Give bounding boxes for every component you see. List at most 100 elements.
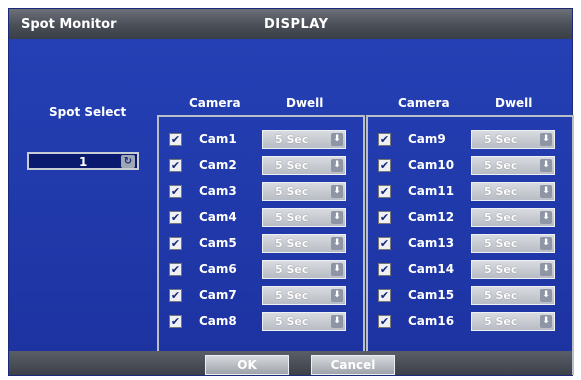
dwell-value: 5 Sec — [275, 133, 309, 146]
camera-checkbox[interactable]: ✔ — [169, 211, 182, 224]
dwell-select[interactable]: 5 Sec ⬇ — [262, 208, 346, 227]
camera-name: Cam10 — [408, 158, 455, 172]
spot-select-label: Spot Select — [49, 105, 127, 119]
dwell-select[interactable]: 5 Sec ⬇ — [471, 130, 555, 149]
dwell-select[interactable]: 5 Sec ⬇ — [262, 130, 346, 149]
refresh-icon[interactable]: ↻ — [121, 155, 135, 168]
camera-row: ✔ Cam16 5 Sec ⬇ — [368, 311, 572, 333]
camera-row: ✔ Cam9 5 Sec ⬇ — [368, 129, 572, 151]
bottom-bar — [9, 351, 572, 375]
camera-checkbox[interactable]: ✔ — [378, 289, 391, 302]
camera-checkbox[interactable]: ✔ — [169, 159, 182, 172]
dropdown-icon: ⬇ — [331, 185, 343, 198]
dwell-value: 5 Sec — [484, 185, 518, 198]
camera-checkbox[interactable]: ✔ — [169, 133, 182, 146]
camera-name: Cam8 — [199, 314, 237, 328]
camera-checkbox[interactable]: ✔ — [169, 263, 182, 276]
window-title: Spot Monitor — [21, 17, 117, 32]
dropdown-icon: ⬇ — [331, 133, 343, 146]
camera-row: ✔ Cam7 5 Sec ⬇ — [159, 285, 363, 307]
ok-button[interactable]: OK — [205, 355, 289, 375]
camera-checkbox[interactable]: ✔ — [169, 237, 182, 250]
camera-group-left: ✔ Cam1 5 Sec ⬇ ✔ Cam2 5 Sec ⬇ ✔ Cam3 5 Sec… — [157, 115, 365, 375]
dwell-select[interactable]: 5 Sec ⬇ — [262, 286, 346, 305]
dwell-value: 5 Sec — [275, 263, 309, 276]
camera-checkbox[interactable]: ✔ — [378, 185, 391, 198]
spot-monitor-window: Spot Monitor DISPLAY Spot Select 1 ↻ Cam… — [8, 8, 574, 376]
camera-checkbox[interactable]: ✔ — [378, 315, 391, 328]
camera-row: ✔ Cam14 5 Sec ⬇ — [368, 259, 572, 281]
camera-name: Cam4 — [199, 210, 237, 224]
camera-row: ✔ Cam15 5 Sec ⬇ — [368, 285, 572, 307]
dropdown-icon: ⬇ — [540, 185, 552, 198]
dwell-value: 5 Sec — [275, 211, 309, 224]
dropdown-icon: ⬇ — [331, 289, 343, 302]
dwell-value: 5 Sec — [484, 263, 518, 276]
dwell-value: 5 Sec — [275, 159, 309, 172]
camera-row: ✔ Cam13 5 Sec ⬇ — [368, 233, 572, 255]
dropdown-icon: ⬇ — [540, 133, 552, 146]
dwell-value: 5 Sec — [275, 315, 309, 328]
camera-checkbox[interactable]: ✔ — [169, 185, 182, 198]
dwell-select[interactable]: 5 Sec ⬇ — [471, 234, 555, 253]
dwell-value: 5 Sec — [275, 237, 309, 250]
cancel-button[interactable]: Cancel — [311, 355, 395, 375]
dwell-select[interactable]: 5 Sec ⬇ — [262, 312, 346, 331]
dwell-select[interactable]: 5 Sec ⬇ — [471, 208, 555, 227]
dropdown-icon: ⬇ — [540, 289, 552, 302]
camera-name: Cam12 — [408, 210, 455, 224]
spot-select-value: 1 — [79, 155, 88, 169]
dwell-value: 5 Sec — [275, 185, 309, 198]
camera-checkbox[interactable]: ✔ — [378, 133, 391, 146]
camera-checkbox[interactable]: ✔ — [378, 159, 391, 172]
dropdown-icon: ⬇ — [540, 263, 552, 276]
camera-row: ✔ Cam3 5 Sec ⬇ — [159, 181, 363, 203]
camera-name: Cam13 — [408, 236, 455, 250]
dwell-value: 5 Sec — [484, 211, 518, 224]
camera-checkbox[interactable]: ✔ — [378, 211, 391, 224]
content-panel: Spot Select 1 ↻ Camera Dwell Camera Dwel… — [9, 39, 574, 375]
dwell-value: 5 Sec — [484, 289, 518, 302]
camera-name: Cam2 — [199, 158, 237, 172]
camera-name: Cam7 — [199, 288, 237, 302]
dwell-select[interactable]: 5 Sec ⬇ — [471, 260, 555, 279]
title-bar: Spot Monitor DISPLAY — [9, 9, 572, 39]
dwell-value: 5 Sec — [275, 289, 309, 302]
dwell-select[interactable]: 5 Sec ⬇ — [262, 260, 346, 279]
camera-name: Cam11 — [408, 184, 455, 198]
camera-row: ✔ Cam12 5 Sec ⬇ — [368, 207, 572, 229]
dropdown-icon: ⬇ — [331, 263, 343, 276]
dwell-header-left: Dwell — [286, 96, 324, 110]
dropdown-icon: ⬇ — [331, 237, 343, 250]
camera-name: Cam3 — [199, 184, 237, 198]
camera-name: Cam14 — [408, 262, 455, 276]
dwell-value: 5 Sec — [484, 237, 518, 250]
dwell-select[interactable]: 5 Sec ⬇ — [262, 182, 346, 201]
spot-select-field[interactable]: 1 ↻ — [27, 152, 139, 170]
camera-checkbox[interactable]: ✔ — [169, 315, 182, 328]
dwell-select[interactable]: 5 Sec ⬇ — [471, 286, 555, 305]
camera-row: ✔ Cam5 5 Sec ⬇ — [159, 233, 363, 255]
dropdown-icon: ⬇ — [540, 211, 552, 224]
dwell-select[interactable]: 5 Sec ⬇ — [262, 156, 346, 175]
dwell-select[interactable]: 5 Sec ⬇ — [471, 182, 555, 201]
camera-checkbox[interactable]: ✔ — [378, 237, 391, 250]
dwell-select[interactable]: 5 Sec ⬇ — [471, 156, 555, 175]
camera-checkbox[interactable]: ✔ — [169, 289, 182, 302]
dwell-select[interactable]: 5 Sec ⬇ — [471, 312, 555, 331]
dropdown-icon: ⬇ — [331, 315, 343, 328]
section-title: DISPLAY — [264, 17, 329, 32]
camera-name: Cam15 — [408, 288, 455, 302]
dropdown-icon: ⬇ — [540, 237, 552, 250]
camera-checkbox[interactable]: ✔ — [378, 263, 391, 276]
camera-row: ✔ Cam8 5 Sec ⬇ — [159, 311, 363, 333]
camera-row: ✔ Cam4 5 Sec ⬇ — [159, 207, 363, 229]
dwell-value: 5 Sec — [484, 159, 518, 172]
dwell-value: 5 Sec — [484, 315, 518, 328]
camera-name: Cam5 — [199, 236, 237, 250]
camera-row: ✔ Cam2 5 Sec ⬇ — [159, 155, 363, 177]
dwell-select[interactable]: 5 Sec ⬇ — [262, 234, 346, 253]
dropdown-icon: ⬇ — [331, 159, 343, 172]
dropdown-icon: ⬇ — [331, 211, 343, 224]
dropdown-icon: ⬇ — [540, 159, 552, 172]
